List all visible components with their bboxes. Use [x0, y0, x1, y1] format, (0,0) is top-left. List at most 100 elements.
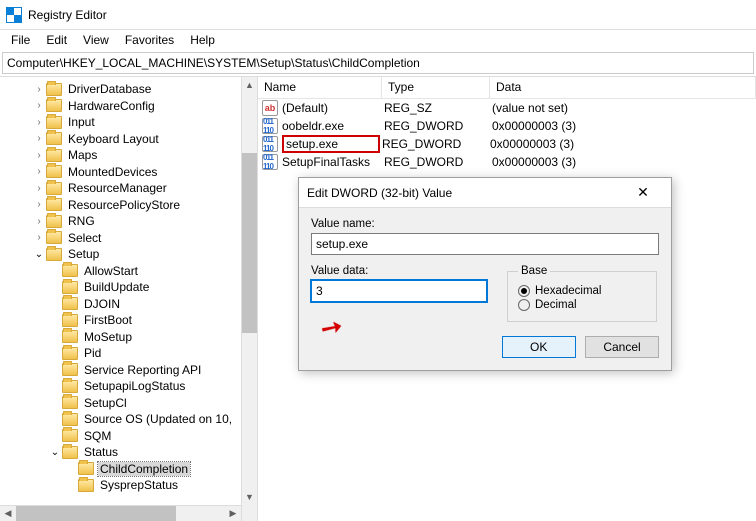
menu-edit[interactable]: Edit: [39, 31, 74, 49]
list-pane: Name Type Data ab(Default)REG_SZ(value n…: [258, 77, 756, 521]
value-name-label: Value name:: [311, 218, 659, 230]
value-name: oobeldr.exe: [282, 119, 384, 133]
tree-item[interactable]: › Select: [0, 230, 257, 247]
tree-item[interactable]: ›Keyboard Layout: [0, 131, 257, 148]
chevron-right-icon[interactable]: ›: [32, 199, 46, 210]
tree-item[interactable]: SQM: [0, 428, 257, 445]
tree-item[interactable]: SetupapiLogStatus: [0, 378, 257, 395]
folder-icon: [62, 396, 78, 409]
tree-item[interactable]: FirstBoot: [0, 312, 257, 329]
tree-item-label: Maps: [66, 148, 99, 162]
tree-hscroll-thumb[interactable]: [16, 506, 176, 521]
value-data-input[interactable]: [311, 280, 487, 302]
tree-vscroll-thumb[interactable]: [242, 153, 257, 333]
tree-hscroll[interactable]: ◀ ▶: [0, 505, 241, 521]
col-data[interactable]: Data: [490, 77, 756, 98]
tree-item-label: ResourceManager: [66, 181, 169, 195]
tree-item-label: SetupCl: [82, 396, 129, 410]
tree-item[interactable]: ›Input: [0, 114, 257, 131]
folder-icon: [46, 182, 62, 195]
chevron-right-icon[interactable]: ›: [32, 183, 46, 194]
tree-item[interactable]: › HardwareConfig: [0, 98, 257, 115]
dialog-title: Edit DWORD (32-bit) Value: [307, 186, 452, 200]
menu-favorites[interactable]: Favorites: [118, 31, 181, 49]
tree-item[interactable]: ›ResourcePolicyStore: [0, 197, 257, 214]
address-bar[interactable]: Computer\HKEY_LOCAL_MACHINE\SYSTEM\Setup…: [2, 52, 754, 74]
tree-item[interactable]: MoSetup: [0, 329, 257, 346]
col-name[interactable]: Name: [258, 77, 382, 98]
tree-item[interactable]: › ResourceManager: [0, 180, 257, 197]
value-type: REG_DWORD: [384, 119, 492, 133]
tree-item[interactable]: ChildCompletion: [0, 461, 257, 478]
base-legend: Base: [518, 265, 550, 277]
scroll-right-icon[interactable]: ▶: [225, 506, 241, 521]
chevron-right-icon[interactable]: ›: [32, 216, 46, 227]
folder-icon: [62, 281, 78, 294]
radio-decimal[interactable]: Decimal: [518, 299, 646, 311]
tree-item[interactable]: › RNG: [0, 213, 257, 230]
folder-icon: [62, 429, 78, 442]
chevron-right-icon[interactable]: ›: [32, 232, 46, 243]
value-name: setup.exe: [282, 135, 380, 153]
value-name-input[interactable]: [311, 233, 659, 255]
base-fieldset: Base Hexadecimal Decimal: [507, 265, 657, 322]
tree-item[interactable]: Service Reporting API: [0, 362, 257, 379]
tree-item-label: FirstBoot: [82, 313, 134, 327]
tree-item[interactable]: SysprepStatus: [0, 477, 257, 494]
chevron-right-icon[interactable]: ›: [32, 117, 46, 128]
folder-icon: [62, 446, 78, 459]
tree-item[interactable]: BuildUpdate: [0, 279, 257, 296]
tree-item-label: Select: [66, 231, 103, 245]
folder-icon: [62, 330, 78, 343]
tree-item-label: Setup: [66, 247, 101, 261]
tree-item-label: SysprepStatus: [98, 478, 180, 492]
value-row[interactable]: 011 110setup.exeREG_DWORD0x00000003 (3): [258, 135, 756, 153]
close-icon[interactable]: ✕: [623, 184, 663, 201]
value-row[interactable]: 011 110SetupFinalTasksREG_DWORD0x0000000…: [258, 153, 756, 171]
menu-file[interactable]: File: [4, 31, 37, 49]
tree-item-label: RNG: [66, 214, 97, 228]
value-type: REG_DWORD: [382, 137, 490, 151]
cancel-button[interactable]: Cancel: [585, 336, 659, 358]
chevron-right-icon[interactable]: ›: [32, 150, 46, 161]
tree-item[interactable]: SetupCl: [0, 395, 257, 412]
radio-off-icon: [518, 299, 530, 311]
folder-icon: [62, 363, 78, 376]
value-name: SetupFinalTasks: [282, 155, 384, 169]
tree-item[interactable]: Pid: [0, 345, 257, 362]
ok-button[interactable]: OK: [502, 336, 576, 358]
tree-item[interactable]: › MountedDevices: [0, 164, 257, 181]
folder-icon: [46, 248, 62, 261]
tree-item[interactable]: › Maps: [0, 147, 257, 164]
tree-item[interactable]: ›DriverDatabase: [0, 81, 257, 98]
scroll-up-icon[interactable]: ▲: [242, 77, 257, 93]
menu-help[interactable]: Help: [183, 31, 222, 49]
titlebar: Registry Editor: [0, 0, 756, 30]
tree-pane[interactable]: ›DriverDatabase›HardwareConfig›Input›Key…: [0, 77, 258, 521]
menu-view[interactable]: View: [76, 31, 116, 49]
tree-item[interactable]: ⌄Status: [0, 444, 257, 461]
value-row[interactable]: ab(Default)REG_SZ(value not set): [258, 99, 756, 117]
value-row[interactable]: 011 110oobeldr.exeREG_DWORD0x00000003 (3…: [258, 117, 756, 135]
scroll-left-icon[interactable]: ◀: [0, 506, 16, 521]
chevron-right-icon[interactable]: ›: [32, 100, 46, 111]
chevron-right-icon[interactable]: ›: [32, 166, 46, 177]
chevron-down-icon[interactable]: ⌄: [48, 447, 62, 458]
chevron-right-icon[interactable]: ›: [32, 84, 46, 95]
folder-icon: [46, 83, 62, 96]
dialog-titlebar[interactable]: Edit DWORD (32-bit) Value ✕: [299, 178, 671, 208]
tree-item[interactable]: ⌄ Setup: [0, 246, 257, 263]
radio-hexadecimal[interactable]: Hexadecimal: [518, 285, 646, 297]
tree-item[interactable]: DJOIN: [0, 296, 257, 313]
chevron-down-icon[interactable]: ⌄: [32, 249, 46, 260]
tree-item-label: ChildCompletion: [98, 462, 190, 476]
tree-item[interactable]: Source OS (Updated on 10,: [0, 411, 257, 428]
folder-icon: [46, 116, 62, 129]
col-type[interactable]: Type: [382, 77, 490, 98]
chevron-right-icon[interactable]: ›: [32, 133, 46, 144]
tree-item-label: HardwareConfig: [66, 99, 157, 113]
tree-item-label: MountedDevices: [66, 165, 159, 179]
tree-item[interactable]: AllowStart: [0, 263, 257, 280]
tree-vscroll[interactable]: ▲ ▼: [241, 77, 257, 521]
scroll-down-icon[interactable]: ▼: [242, 489, 257, 505]
